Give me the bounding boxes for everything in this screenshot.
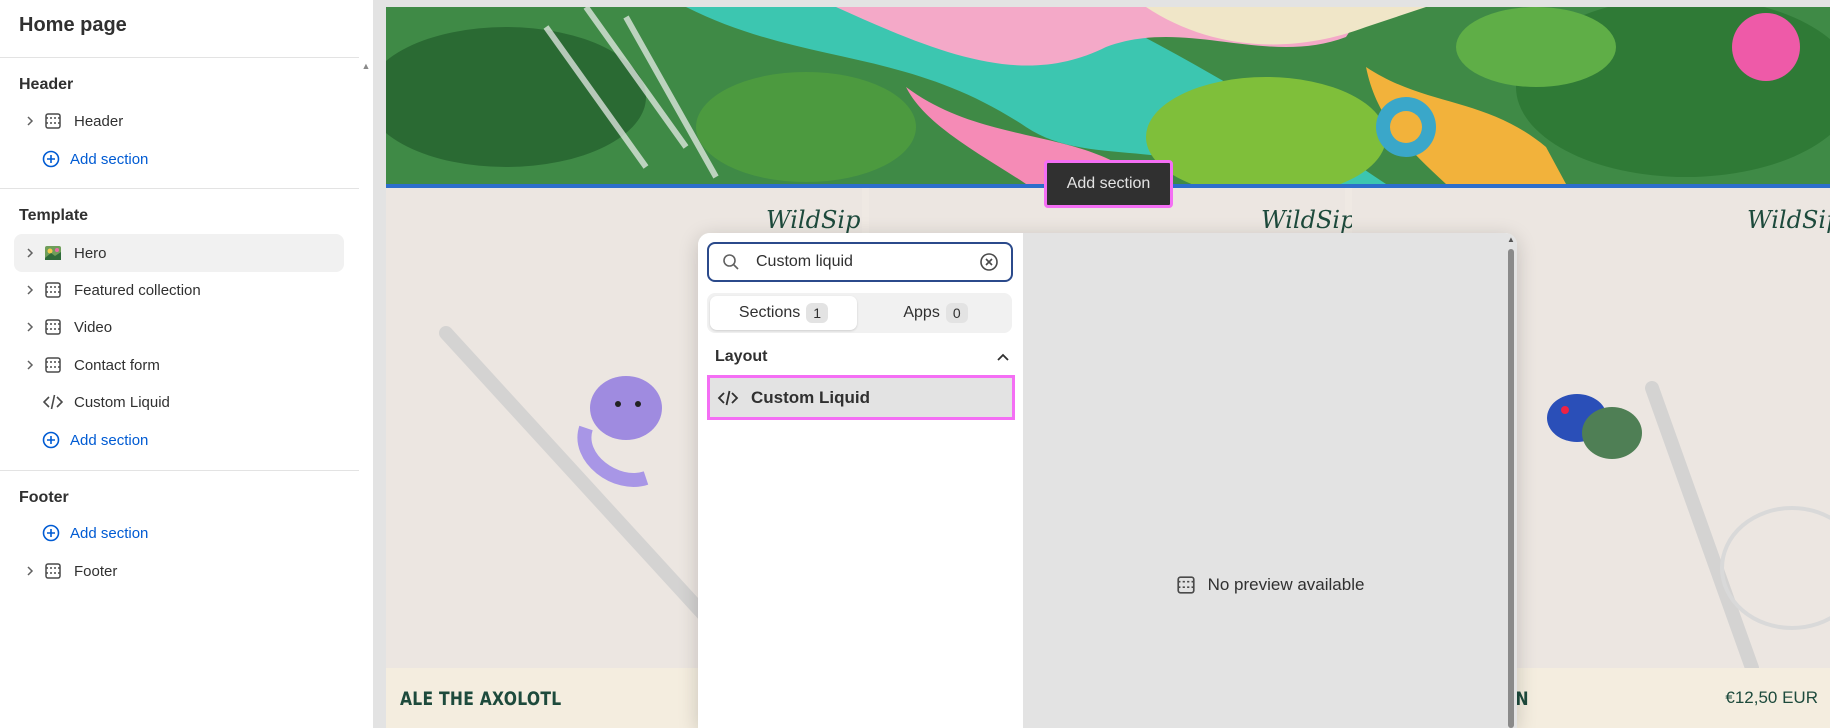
sidebar-item-label: Hero: [74, 244, 107, 262]
no-preview-message: No preview available: [1023, 575, 1517, 595]
tab-apps[interactable]: Apps 0: [862, 296, 1009, 330]
clear-circle-icon[interactable]: [979, 252, 999, 272]
tab-label: Sections: [738, 304, 801, 321]
sidebar-item-hero[interactable]: Hero: [14, 234, 344, 272]
section-icon: [42, 354, 64, 376]
chevron-right-icon[interactable]: [20, 322, 40, 332]
result-custom-liquid[interactable]: Custom Liquid: [707, 375, 1015, 420]
add-section-footer[interactable]: Add section: [42, 521, 148, 545]
product-name: ALE THE AXOLOTL: [400, 688, 562, 710]
no-preview-text: No preview available: [1207, 575, 1365, 594]
section-icon: [42, 279, 64, 301]
add-section-template[interactable]: Add section: [42, 428, 148, 452]
add-section-header[interactable]: Add section: [42, 147, 148, 171]
divider: [0, 188, 359, 189]
group-label-template: Template: [19, 207, 89, 224]
sidebar-item-label: Header: [74, 112, 124, 130]
page-title: Home page: [19, 14, 127, 36]
tab-group: Sections 1 Apps 0: [707, 293, 1012, 333]
add-section-button[interactable]: Add section: [1044, 160, 1173, 208]
count-badge: 1: [806, 303, 829, 323]
product-price: €12,50 EUR: [1725, 688, 1818, 707]
search-icon: [723, 254, 739, 270]
chevron-up-icon[interactable]: [996, 352, 1010, 362]
plus-circle-icon: [42, 431, 60, 449]
scroll-up-arrow-icon[interactable]: ▲: [1507, 235, 1515, 245]
chevron-right-icon[interactable]: [20, 285, 40, 295]
add-section-label: Add section: [70, 431, 149, 449]
search-input[interactable]: [756, 253, 979, 271]
count-badge: 0: [945, 303, 968, 323]
category-header-layout[interactable]: Layout: [715, 345, 1010, 369]
category-label: Layout: [715, 348, 768, 365]
editor-sidebar: Home page ▲ Header Header Add section Te…: [0, 0, 373, 728]
chevron-right-icon[interactable]: [20, 360, 40, 370]
sidebar-item-custom-liquid[interactable]: Custom Liquid: [14, 383, 344, 421]
section-icon: [42, 560, 64, 582]
chevron-right-icon[interactable]: [20, 566, 40, 576]
sidebar-item-video[interactable]: Video: [14, 308, 344, 346]
tab-sections[interactable]: Sections 1: [710, 296, 857, 330]
section-icon: [1176, 576, 1195, 594]
group-label-footer: Footer: [19, 489, 69, 506]
sidebar-item-footer[interactable]: Footer: [14, 552, 344, 590]
section-icon: [42, 316, 64, 338]
preview-pane: No preview available: [1023, 233, 1517, 728]
result-label: Custom Liquid: [751, 387, 870, 407]
section-icon: [42, 110, 64, 132]
add-section-popover: Sections 1 Apps 0 Layout Custom Liquid N…: [698, 233, 1517, 728]
divider: [0, 470, 359, 471]
sidebar-item-label: Contact form: [74, 356, 160, 374]
sidebar-item-contact-form[interactable]: Contact form: [14, 346, 344, 384]
hero-banner[interactable]: [386, 7, 1830, 184]
add-section-label: Add section: [70, 150, 149, 168]
plus-circle-icon: [42, 150, 60, 168]
tab-label: Apps: [903, 304, 940, 321]
sidebar-item-label: Featured collection: [74, 281, 201, 299]
sidebar-item-label: Video: [74, 318, 113, 336]
group-label-header: Header: [19, 76, 74, 93]
search-field[interactable]: [707, 242, 1013, 282]
section-picker: Sections 1 Apps 0 Layout Custom Liquid: [698, 233, 1023, 728]
code-icon: [717, 390, 739, 405]
sidebar-item-featured-collection[interactable]: Featured collection: [14, 271, 344, 309]
image-thumbnail-icon: [42, 242, 64, 264]
chevron-right-icon[interactable]: [20, 248, 40, 258]
popover-scrollbar[interactable]: ▲: [1507, 235, 1515, 728]
sidebar-item-label: Footer: [74, 562, 118, 580]
scrollbar-thumb[interactable]: [1508, 249, 1514, 728]
add-section-label: Add section: [70, 524, 149, 542]
sidebar-item-label: Custom Liquid: [74, 393, 170, 411]
plus-circle-icon: [42, 524, 60, 542]
sidebar-item-header[interactable]: Header: [14, 102, 344, 140]
code-icon: [42, 391, 64, 413]
scroll-up-arrow-icon[interactable]: ▲: [360, 60, 372, 72]
tropical-illustration: [386, 7, 1830, 184]
divider: [0, 57, 359, 58]
chevron-right-icon[interactable]: [20, 116, 40, 126]
brand-logo: WildSip: [1261, 206, 1356, 234]
